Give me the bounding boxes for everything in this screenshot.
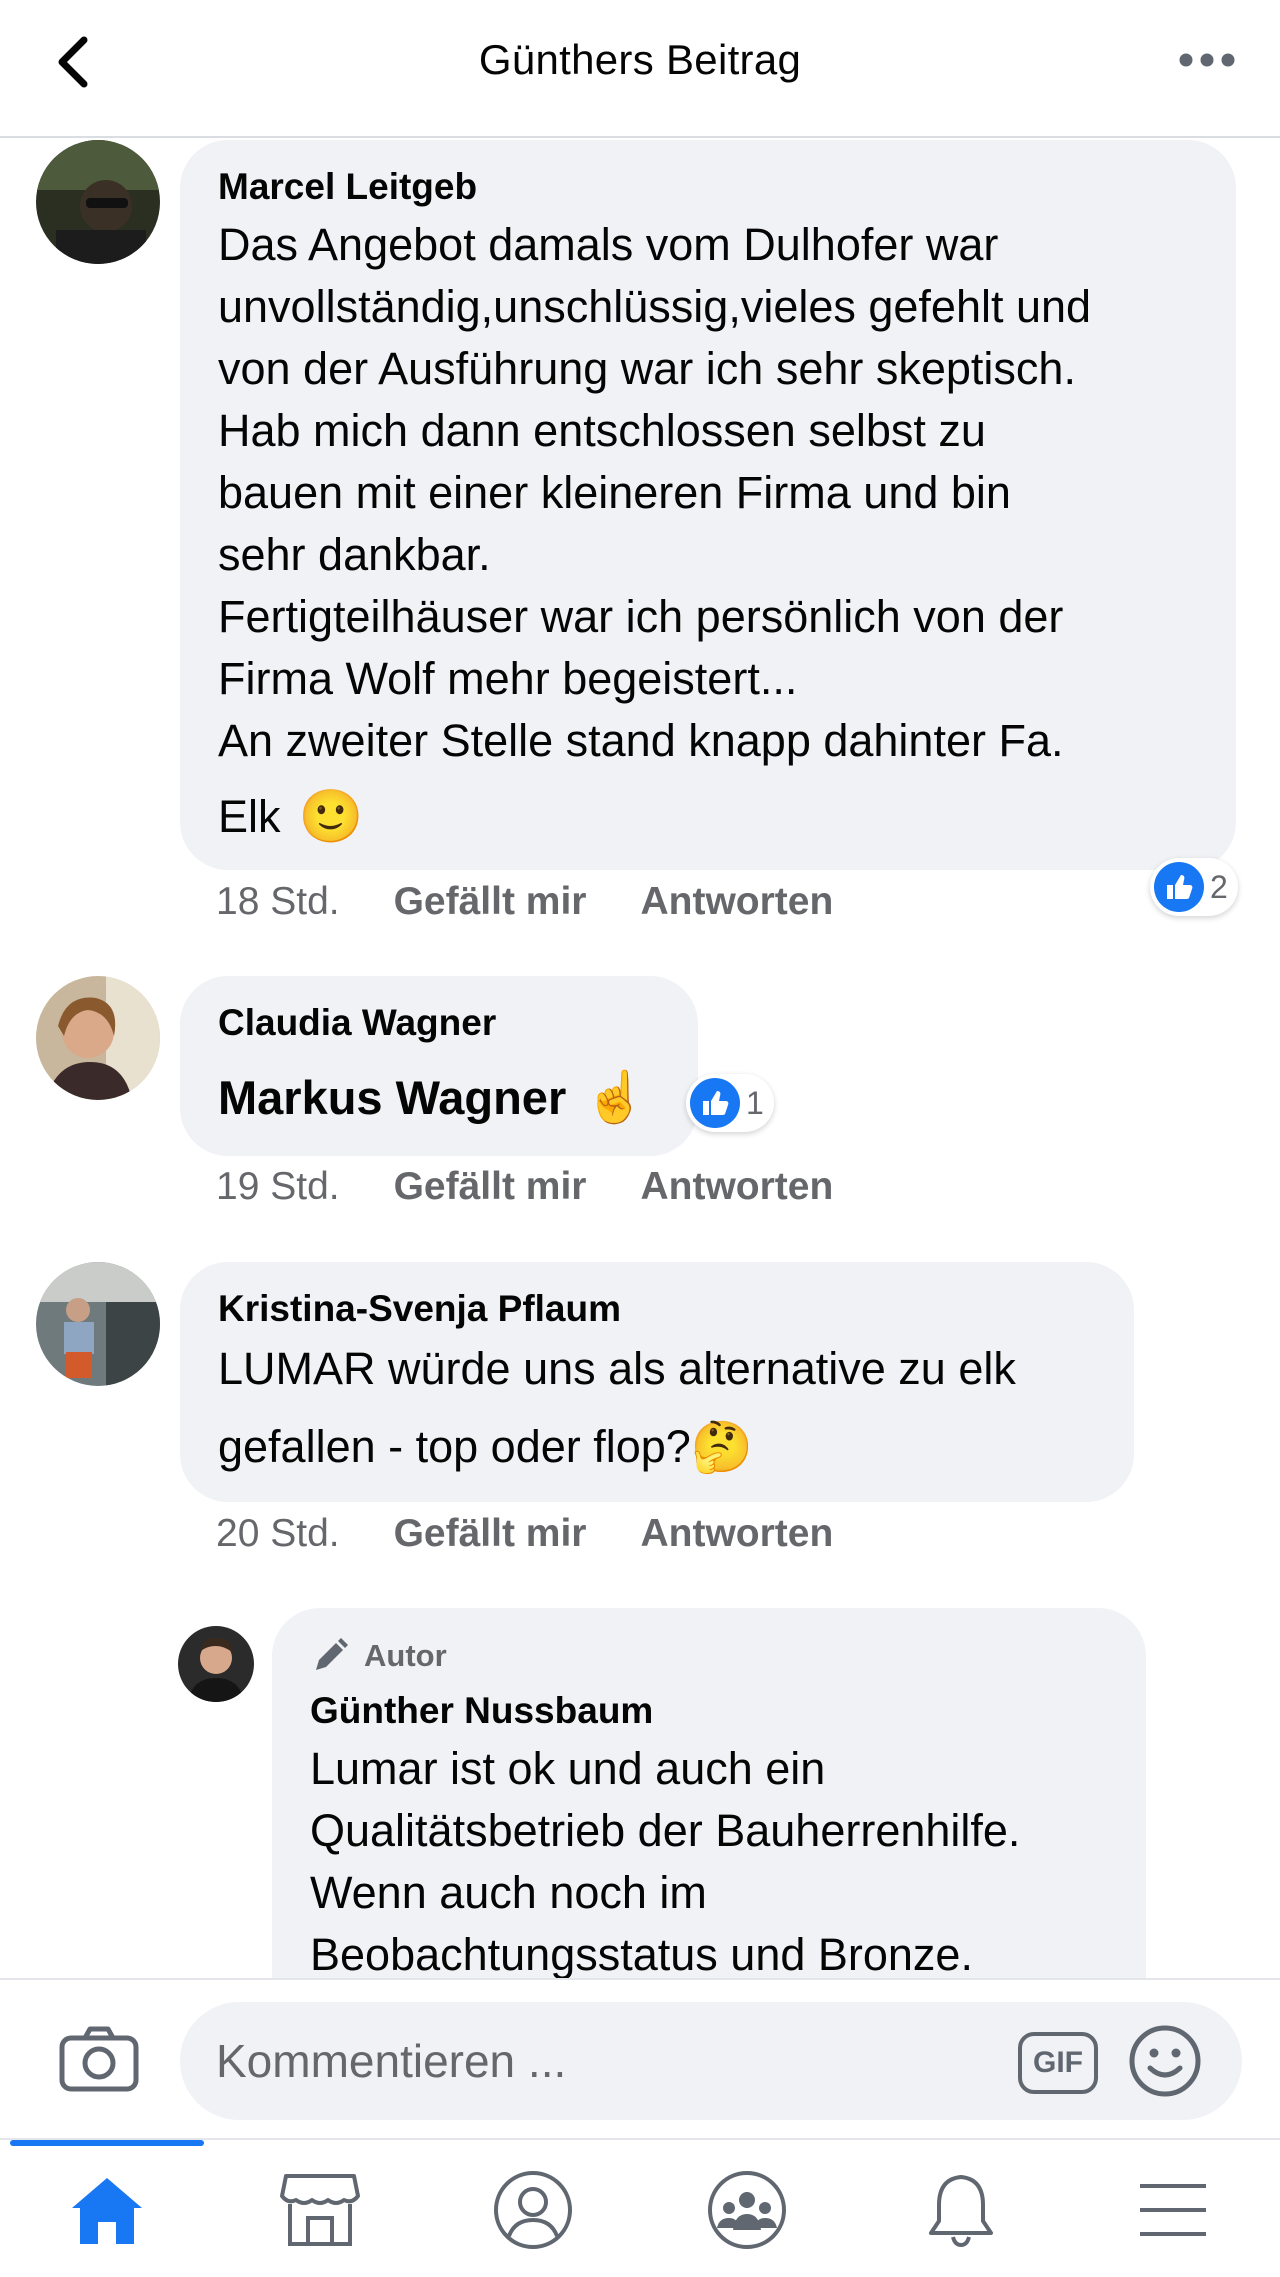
tab-notifications[interactable]: [906, 2160, 1016, 2260]
reply-text: Lumar ist ok und auch ein Qualitätsbetri…: [310, 1743, 1021, 1980]
active-tab-indicator: [10, 2140, 204, 2146]
avatar-kristina-svenja-pflaum[interactable]: [36, 1262, 160, 1386]
avatar-guenther-nussbaum[interactable]: [178, 1626, 254, 1702]
camera-button[interactable]: [56, 2016, 142, 2102]
comment-text-last-line: Elk 🙂: [218, 788, 364, 846]
reply-button[interactable]: Antworten: [640, 880, 833, 924]
comment-time: 20 Std.: [216, 1512, 340, 1555]
ellipsis-icon: [1179, 53, 1235, 67]
tab-profile[interactable]: [478, 2160, 588, 2260]
pencil-icon: [316, 1638, 348, 1670]
like-button[interactable]: Gefällt mir: [394, 880, 587, 924]
tab-menu[interactable]: [1118, 2160, 1228, 2260]
top-nav-bar: Günthers Beitrag: [0, 0, 1280, 138]
reply-author[interactable]: Günther Nussbaum: [310, 1690, 653, 1732]
like-reaction-icon: [1154, 862, 1204, 912]
gif-button[interactable]: GIF: [1018, 2032, 1098, 2094]
reaction-count: 1: [746, 1084, 764, 1121]
reaction-count-badge[interactable]: 1: [686, 1074, 774, 1132]
comment-text-last-line: gefallen - top oder flop? 🤔: [218, 1416, 753, 1478]
reply-button[interactable]: Antworten: [640, 1512, 833, 1556]
comment-author[interactable]: Kristina-Svenja Pflaum: [218, 1288, 621, 1330]
comment-meta: 18 Std. Gefällt mir Antworten: [216, 880, 833, 924]
comment-text: LUMAR würde uns als alternative zu elk: [218, 1343, 1016, 1394]
emoji-thinking: 🤔: [690, 1419, 754, 1475]
mentioned-user[interactable]: Markus Wagner: [218, 1070, 566, 1125]
comment-time: 18 Std.: [216, 880, 340, 923]
comment-text: Das Angebot damals vom Dulhofer war unvo…: [218, 219, 1092, 766]
tab-marketplace[interactable]: [265, 2160, 375, 2260]
emoji-pointing-up: ☝️: [584, 1069, 647, 1125]
smiley-icon: [1129, 2025, 1201, 2097]
comment-meta: 20 Std. Gefällt mir Antworten: [216, 1512, 833, 1556]
groups-icon: [708, 2171, 786, 2249]
profile-icon: [494, 2171, 572, 2249]
comment-author[interactable]: Claudia Wagner: [218, 1002, 496, 1044]
comment-composer: Kommentieren ... GIF: [0, 1978, 1280, 2140]
avatar-marcel-leitgeb[interactable]: [36, 140, 160, 264]
comment-author[interactable]: Marcel Leitgeb: [218, 166, 477, 208]
reply-bubble[interactable]: Autor Günther Nussbaum Lumar ist ok und …: [272, 1608, 1146, 1990]
comment-time: 19 Std.: [216, 1165, 340, 1208]
camera-icon: [59, 2026, 139, 2092]
bottom-tab-bar: [0, 2138, 1280, 2277]
reaction-count-badge[interactable]: 2: [1150, 858, 1238, 916]
comment-bubble[interactable]: Claudia Wagner Markus Wagner ☝️: [180, 976, 698, 1156]
like-button[interactable]: Gefällt mir: [394, 1165, 587, 1209]
reply-button[interactable]: Antworten: [640, 1165, 833, 1209]
author-badge: Autor: [310, 1636, 447, 1676]
page-title: Günthers Beitrag: [478, 36, 802, 83]
menu-icon: [1140, 2184, 1206, 2236]
more-options-button[interactable]: [1172, 40, 1242, 80]
emoji-smile: 🙂: [298, 788, 364, 846]
tab-home[interactable]: [52, 2160, 162, 2260]
comment-bubble[interactable]: Marcel Leitgeb Das Angebot damals vom Du…: [180, 140, 1236, 870]
bell-icon: [929, 2175, 993, 2248]
avatar-claudia-wagner[interactable]: [36, 976, 160, 1100]
comment-meta: 19 Std. Gefällt mir Antworten: [216, 1165, 833, 1209]
home-icon: [72, 2178, 142, 2244]
like-reaction-icon: [690, 1078, 740, 1128]
reaction-count: 2: [1210, 868, 1228, 905]
tab-groups[interactable]: [692, 2160, 802, 2260]
like-button[interactable]: Gefällt mir: [394, 1512, 587, 1556]
emoji-button[interactable]: [1128, 2024, 1202, 2098]
comment-text: Markus Wagner ☝️: [218, 1068, 647, 1127]
marketplace-icon: [280, 2174, 360, 2246]
comment-bubble[interactable]: Kristina-Svenja Pflaum LUMAR würde uns a…: [180, 1262, 1134, 1502]
